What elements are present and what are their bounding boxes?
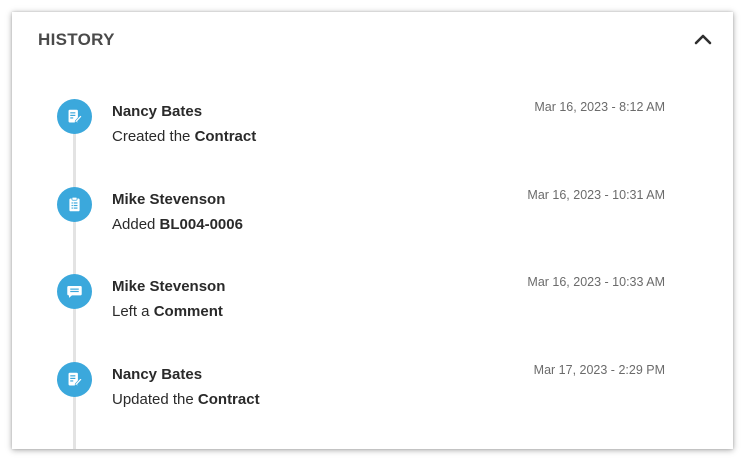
history-action-object: Comment — [153, 303, 223, 320]
history-panel: HISTORY Nancy Bates Created the Contract — [12, 12, 733, 449]
history-entry: Mike Stevenson Added BL004-0006 Mar 16, … — [12, 158, 733, 233]
edit-document-icon — [57, 362, 92, 397]
history-timeline: Nancy Bates Created the Contract Mar 16,… — [12, 70, 733, 449]
collapse-button[interactable] — [691, 28, 715, 52]
history-entry: Nancy Bates Created the Contract Mar 16,… — [12, 70, 733, 145]
history-action: Created the Contract — [112, 128, 256, 145]
history-action-text: Added — [112, 216, 160, 233]
history-action-object: BL004-0006 — [159, 216, 243, 233]
history-action-object: Contract — [194, 128, 257, 145]
history-entry: Mike Stevenson Left a Comment Mar 16, 20… — [12, 245, 733, 320]
history-action: Added BL004-0006 — [112, 216, 243, 233]
history-action: Updated the Contract — [112, 391, 260, 408]
history-action-text: Left a — [112, 303, 154, 320]
history-timestamp: Mar 17, 2023 - 2:29 PM — [533, 363, 665, 377]
clipboard-icon — [57, 187, 92, 222]
edit-document-icon — [57, 99, 92, 134]
history-user-name: Nancy Bates — [112, 103, 203, 120]
history-timestamp: Mar 16, 2023 - 8:12 AM — [534, 100, 665, 114]
history-action-text: Created the — [112, 128, 195, 145]
history-action-text: Updated the — [112, 391, 198, 408]
history-action: Left a Comment — [112, 303, 223, 320]
comment-icon — [57, 274, 92, 309]
history-panel-header[interactable]: HISTORY — [12, 12, 733, 70]
panel-title: HISTORY — [38, 30, 115, 49]
history-entry: Nancy Bates Updated the Contract Mar 17,… — [12, 333, 733, 408]
history-user-name: Nancy Bates — [112, 366, 203, 383]
chevron-up-icon — [694, 34, 712, 45]
history-user-name: Mike Stevenson — [112, 278, 226, 295]
history-timestamp: Mar 16, 2023 - 10:33 AM — [527, 275, 665, 289]
history-timestamp: Mar 16, 2023 - 10:31 AM — [527, 188, 665, 202]
history-user-name: Mike Stevenson — [112, 191, 226, 208]
history-action-object: Contract — [197, 391, 260, 408]
